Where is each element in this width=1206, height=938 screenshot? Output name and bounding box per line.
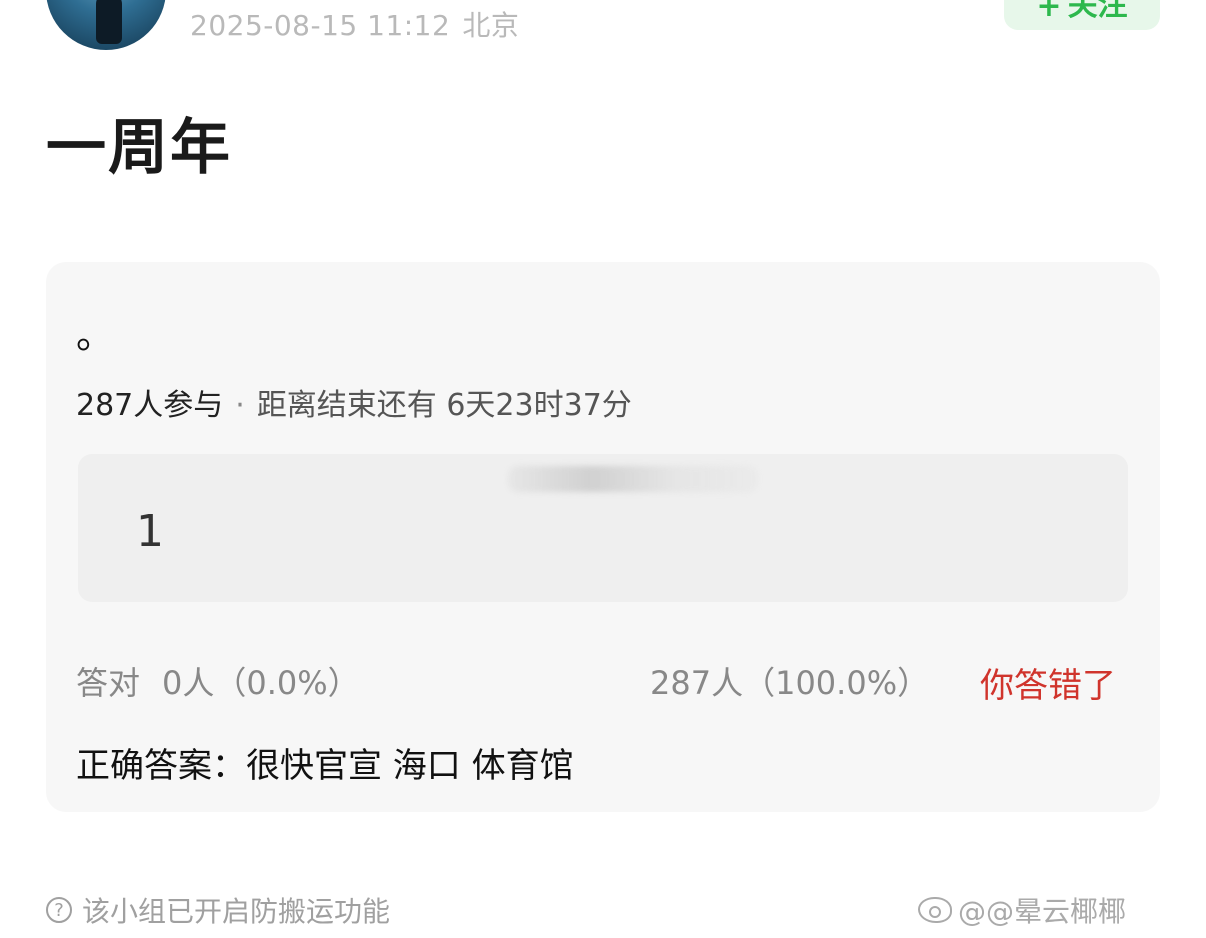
correct-answer: 正确答案：很快官宣 海口 体育馆: [76, 746, 574, 786]
footer-notice[interactable]: ? 该小组已开启防搬运功能: [46, 890, 390, 930]
quiz-meta: 287人参与 · 距离结束还有 6天23时37分: [76, 380, 632, 424]
answer-option[interactable]: 1: [78, 454, 1128, 602]
correct-stats: 答对 0人（0.0%）: [76, 658, 360, 704]
watermark-text: @@晕云椰椰: [958, 895, 1127, 928]
follow-button[interactable]: + 关注: [1004, 0, 1160, 30]
question-circle-icon: ?: [46, 897, 72, 923]
avatar[interactable]: [46, 0, 166, 50]
correct-label: 答对: [76, 664, 141, 702]
post-timestamp: 2025-08-15 11:12: [190, 9, 451, 42]
post-title: 一周年: [46, 113, 232, 183]
follow-label: 关注: [1067, 0, 1128, 23]
footer-notice-text: 该小组已开启防搬运功能: [82, 895, 391, 928]
wrong-count: 287人（100.0%）: [650, 664, 930, 702]
meta-separator: ·: [235, 388, 245, 423]
answer-option-label: 1: [136, 506, 164, 557]
time-remaining: 距离结束还有 6天23时37分: [256, 388, 632, 423]
watermark: @@晕云椰椰: [918, 890, 1126, 930]
result-badge: 你答错了: [980, 666, 1116, 706]
quiz-card: 。 287人参与 · 距离结束还有 6天23时37分 1 答对 0人（0.0%） 28…: [46, 262, 1160, 812]
post-location: 北京: [462, 9, 520, 42]
correct-count: 0人（0.0%）: [162, 664, 360, 702]
quiz-question: 。: [76, 313, 115, 357]
post-meta: 2025-08-15 11:12 北京: [190, 4, 519, 44]
participant-count: 287人参与: [76, 388, 224, 423]
weibo-icon: [918, 897, 952, 923]
blurred-watermark: [508, 466, 758, 492]
plus-icon: +: [1036, 0, 1062, 24]
cat-silhouette: [96, 0, 122, 44]
